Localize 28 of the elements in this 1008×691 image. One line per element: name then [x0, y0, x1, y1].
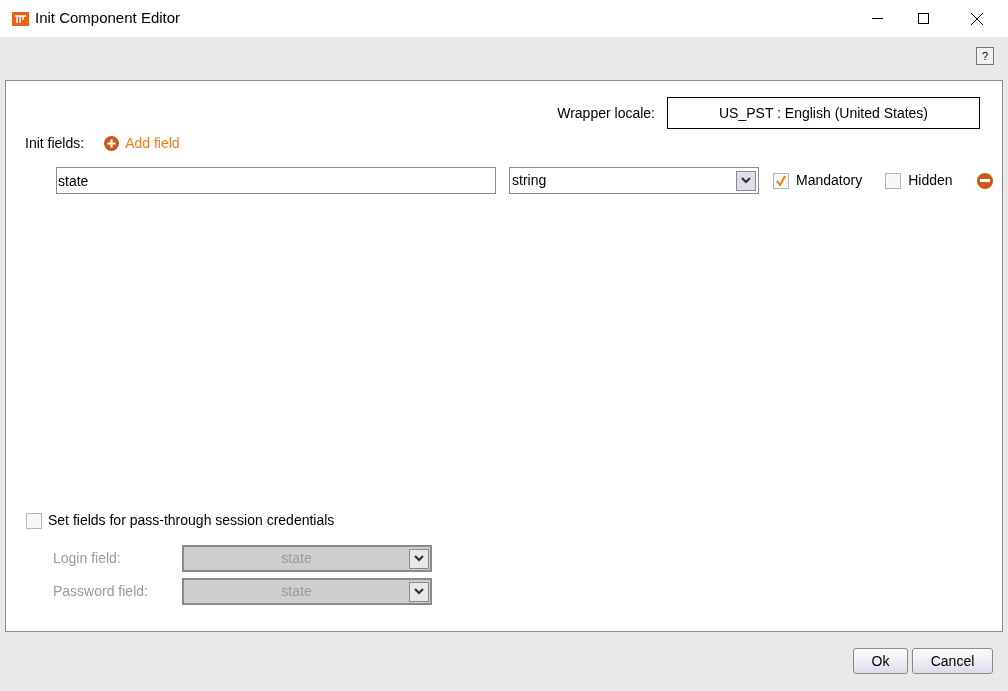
credential-field-label: Login field:: [53, 549, 122, 568]
help-button[interactable]: ?: [976, 47, 994, 65]
mandatory-label: Mandatory: [796, 171, 863, 190]
close-icon: [971, 12, 983, 25]
field-type-dropdown[interactable]: string: [509, 167, 759, 194]
maximize-icon: [917, 13, 929, 24]
app-logo-icon: [12, 11, 29, 26]
credentials-label: Set fields for pass-through session credentials: [48, 511, 335, 530]
dialog-button[interactable]: Cancel: [912, 648, 993, 674]
init-fields-label: Init fields:: [25, 134, 85, 153]
dialog-button[interactable]: Ok: [853, 648, 908, 674]
checkbox[interactable]: [885, 172, 902, 189]
checkbox[interactable]: [773, 172, 789, 189]
caret-icon: [741, 177, 751, 184]
credential-field-label: Password field:: [53, 582, 149, 601]
wrapper-locale-value: US_PST : English (United States): [667, 97, 980, 129]
dropdown-arrow-button[interactable]: [736, 170, 756, 191]
remove-field-button[interactable]: [976, 172, 993, 189]
minimize-icon: [871, 18, 883, 19]
minus-icon: [979, 179, 990, 182]
plus-circle-icon: [104, 136, 120, 151]
caret-icon: [414, 588, 424, 595]
wrapper-locale-label: Wrapper locale:: [557, 103, 655, 123]
field-name-input[interactable]: state: [56, 167, 496, 194]
hidden-label: Hidden: [908, 171, 953, 190]
caret-icon: [414, 555, 424, 562]
checkbox[interactable]: [26, 512, 42, 529]
window-title: Init Component Editor: [35, 8, 181, 29]
